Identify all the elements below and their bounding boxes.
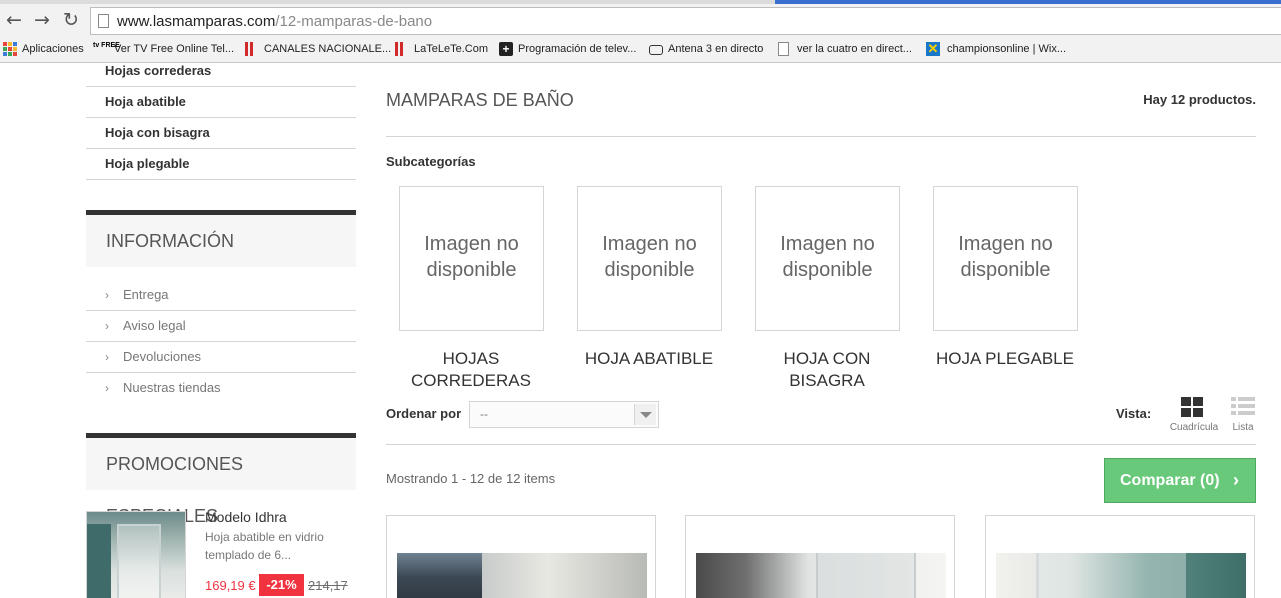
view-list-button[interactable]: Lista — [1215, 397, 1271, 437]
tab-strip — [0, 0, 1281, 4]
promos-block-title: PROMOCIONES ESPECIALES — [86, 433, 356, 526]
product-image[interactable] — [996, 553, 1246, 598]
chevron-right-icon: › — [105, 350, 109, 364]
chevron-right-icon: › — [1233, 470, 1239, 490]
chevron-right-icon: › — [105, 288, 109, 302]
list-view-icon — [1231, 397, 1255, 417]
document-icon — [778, 42, 789, 56]
product-card[interactable] — [985, 515, 1255, 598]
info-block-title: INFORMACIÓN — [86, 210, 356, 267]
promo-product-description: Hoja abatible en vidrio templado de 6... — [205, 530, 324, 562]
address-bar[interactable]: www.lasmamparas.com/12-mamparas-de-bano — [90, 7, 1281, 35]
promo-product-image[interactable] — [86, 511, 186, 598]
plus-cross-icon: + — [499, 42, 513, 56]
red-bars-icon — [393, 42, 407, 56]
view-grid-button[interactable]: Cuadrícula — [1166, 397, 1222, 437]
apps-grid-icon — [3, 42, 17, 56]
wix-x-icon: ✕ — [926, 41, 940, 56]
subcategory-image[interactable]: Imagen no disponible — [577, 186, 722, 331]
reload-icon[interactable]: ↻ — [60, 9, 82, 31]
subcategory-image[interactable]: Imagen no disponible — [399, 186, 544, 331]
sort-label: Ordenar por — [386, 406, 462, 421]
promo-price: 169,19 € — [205, 578, 256, 593]
tv-antenna-icon — [649, 45, 663, 55]
info-link-aviso-legal[interactable]: › Aviso legal — [86, 311, 356, 342]
view-label: Vista: — [1116, 406, 1152, 421]
bookmarks-bar: Aplicaciones tv FREE Ver TV Free Online … — [0, 35, 1281, 63]
browser-toolbar: ← → ↻ www.lasmamparas.com/12-mamparas-de… — [0, 0, 1281, 35]
divider — [386, 444, 1256, 445]
category-hoja-abatible[interactable]: Hoja abatible — [86, 87, 356, 118]
compare-button[interactable]: Comparar (0) › — [1104, 458, 1256, 503]
page-icon — [98, 14, 109, 28]
grid-view-icon — [1181, 397, 1203, 417]
chevron-down-icon — [634, 404, 656, 425]
subcategory-link-hojas-correderas[interactable]: HOJAS CORREDERAS — [376, 348, 566, 392]
promo-product-name[interactable]: Modelo Idhra — [205, 509, 287, 525]
discount-badge: -21% — [259, 574, 304, 596]
subcategory-link-hoja-con-bisagra[interactable]: HOJA CON BISAGRA — [732, 348, 922, 392]
product-card[interactable] — [386, 515, 656, 598]
sort-select[interactable]: -- — [469, 401, 659, 428]
showing-count: Mostrando 1 - 12 de 12 items — [386, 471, 556, 486]
product-image[interactable] — [696, 553, 946, 598]
tv-free-icon: tv FREE — [93, 42, 120, 49]
promo-old-price: 214,17 — [308, 578, 348, 593]
subcategory-image[interactable]: Imagen no disponible — [933, 186, 1078, 331]
product-image[interactable] — [397, 553, 647, 598]
chevron-right-icon: › — [105, 381, 109, 395]
page-content: Hojas correderas Hoja abatible Hoja con … — [0, 64, 1281, 598]
info-link-nuestras-tiendas[interactable]: › Nuestras tiendas — [86, 373, 356, 404]
subcategory-image[interactable]: Imagen no disponible — [755, 186, 900, 331]
category-hoja-con-bisagra[interactable]: Hoja con bisagra — [86, 118, 356, 149]
page-title: MAMPARAS DE BAÑO — [386, 90, 574, 110]
red-bars-icon — [243, 42, 257, 56]
subcategory-link-hoja-plegable[interactable]: HOJA PLEGABLE — [910, 348, 1100, 370]
divider — [386, 136, 1256, 137]
info-link-devoluciones[interactable]: › Devoluciones — [86, 342, 356, 373]
back-arrow-icon[interactable]: ← — [3, 9, 25, 31]
product-count: Hay 12 productos. — [1143, 92, 1256, 107]
category-hojas-correderas[interactable]: Hojas correderas — [86, 64, 356, 87]
forward-arrow-icon[interactable]: → — [31, 9, 53, 31]
category-hoja-plegable[interactable]: Hoja plegable — [86, 149, 356, 180]
chevron-right-icon: › — [105, 319, 109, 333]
product-card[interactable] — [685, 515, 955, 598]
url-text: www.lasmamparas.com/12-mamparas-de-bano — [117, 13, 433, 30]
subcategories-title: Subcategorías — [386, 154, 476, 169]
info-link-entrega[interactable]: › Entrega — [86, 280, 356, 311]
subcategory-link-hoja-abatible[interactable]: HOJA ABATIBLE — [554, 348, 744, 370]
